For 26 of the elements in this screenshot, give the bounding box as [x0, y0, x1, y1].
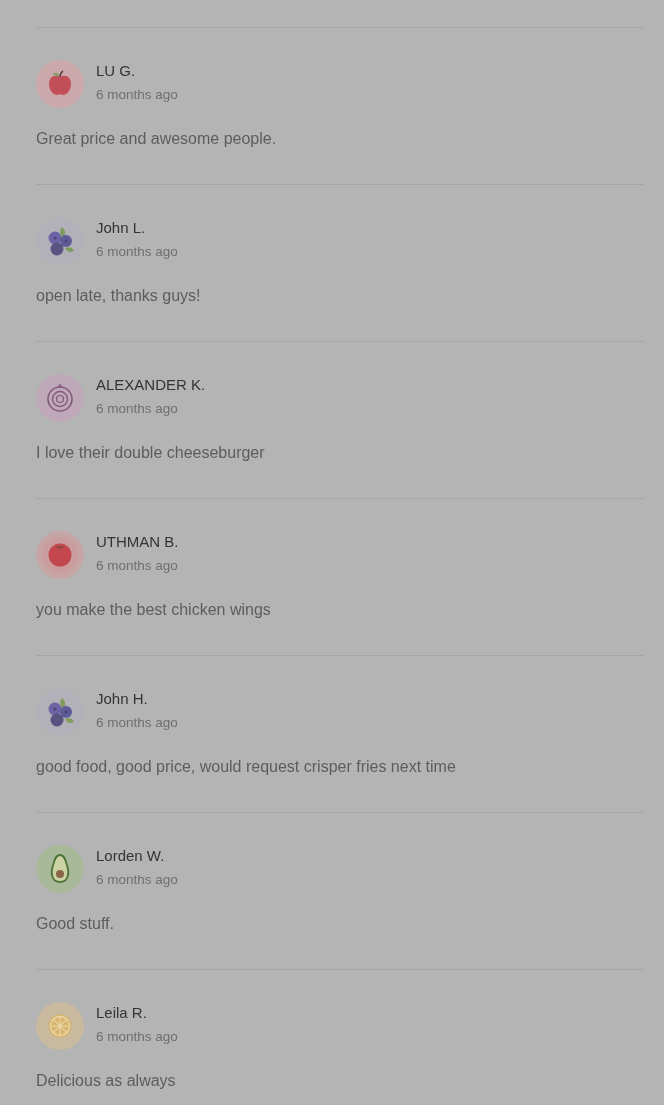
review-time: 6 months ago: [96, 872, 178, 888]
reviewer-name: John H.: [96, 690, 149, 708]
review-time: 6 months ago: [96, 558, 179, 574]
reviewer-name: John L.: [96, 219, 147, 237]
review-text: I love their double cheeseburger: [36, 443, 266, 463]
lemon-slice-avatar-icon: [36, 1002, 84, 1050]
review-text: open late, thanks guys!: [36, 286, 202, 306]
review-text: good food, good price, would request crisper fries next time: [36, 757, 457, 777]
review-text: Delicious as always: [36, 1071, 177, 1091]
review-time: 6 months ago: [96, 1029, 178, 1045]
review-text: you make the best chicken wings: [36, 600, 272, 620]
reviewer-name: UTHMAN B.: [96, 533, 179, 551]
review-time: 6 months ago: [96, 244, 178, 260]
review-text: Great price and awesome people.: [36, 129, 278, 149]
tomato-avatar-icon: [36, 531, 84, 579]
reviewer-name: LU G.: [96, 62, 137, 80]
apple-avatar-icon: [36, 60, 84, 108]
review-time: 6 months ago: [96, 715, 178, 731]
reviewer-name: Lorden W.: [96, 847, 166, 865]
review-time: 6 months ago: [96, 87, 178, 103]
reviewer-name: ALEXANDER K.: [96, 376, 206, 394]
onion-avatar-icon: [36, 374, 84, 422]
reviewer-name: Leila R.: [96, 1004, 148, 1022]
avocado-avatar-icon: [36, 845, 84, 893]
review-text: Good stuff.: [36, 914, 115, 934]
review-time: 6 months ago: [96, 401, 179, 417]
